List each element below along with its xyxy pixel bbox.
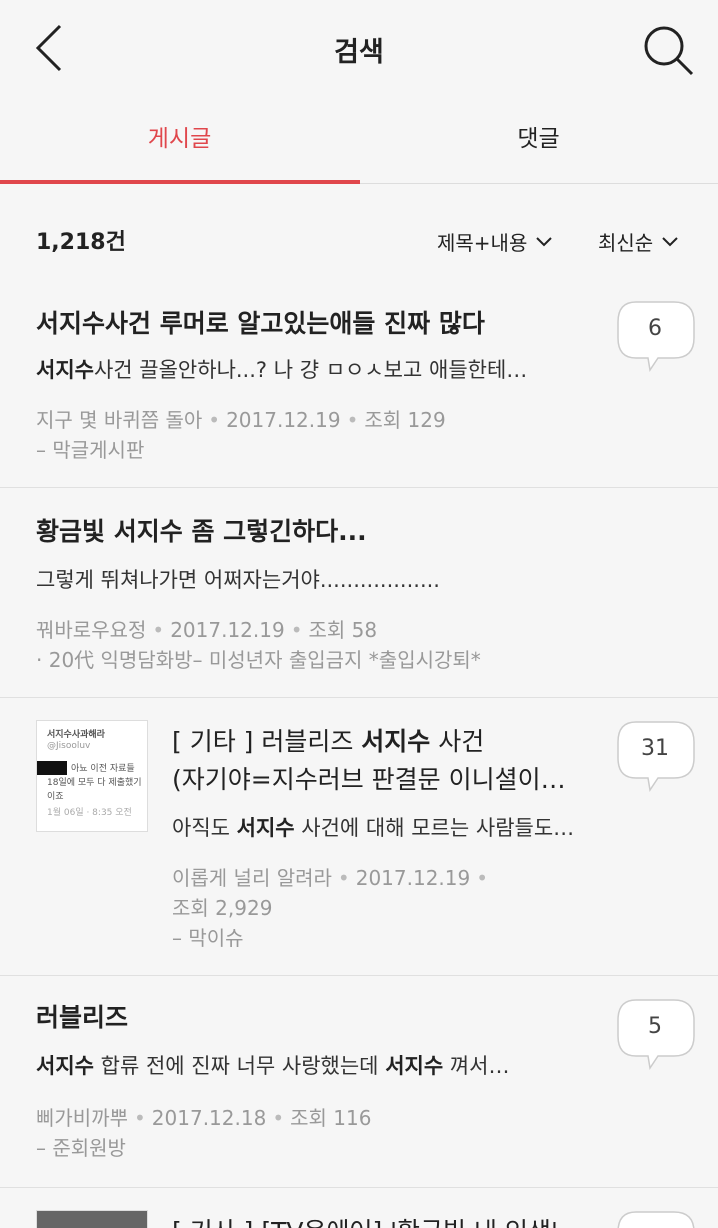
- comment-count: 5: [648, 1014, 662, 1039]
- post-board: – 준회원방: [36, 1136, 126, 1160]
- sort-dropdown[interactable]: 최신순: [598, 227, 679, 256]
- comment-count-bubble: 31: [616, 720, 698, 792]
- post-title-text: 사건 루머로 알고있는애들 진짜 많다: [105, 309, 485, 338]
- comment-count-bubble: 5: [616, 998, 698, 1070]
- post-date: 2017.12.18: [151, 1106, 267, 1130]
- post-item[interactable]: 러블리즈 서지수 합류 전에 진짜 너무 사랑했는데 서지수 껴서… 삐가비까뿌…: [0, 976, 718, 1188]
- post-item[interactable]: 서지수사건 루머로 알고있는애들 진짜 많다 서지수사건 끌올안하나...? 나…: [0, 284, 718, 488]
- search-icon: [644, 26, 694, 76]
- scope-filter-dropdown[interactable]: 제목+내용: [437, 227, 553, 256]
- post-meta: 이롭게 널리 알려라 • 2017.12.19 •: [172, 866, 489, 890]
- thumbnail-text: 이죠: [47, 792, 64, 802]
- post-snippet-text: 합류 전에 진짜 너무 사랑했는데: [93, 1054, 386, 1078]
- thumbnail-text: 18일에 모두 다 제출했기: [47, 778, 142, 788]
- chevron-down-icon: [662, 236, 678, 246]
- post-thumbnail: 서지수사과해라 @Jisooluv 아뇨 이전 자료들 18일에 모두 다 제출…: [36, 720, 148, 832]
- keyword-highlight: 서지수: [36, 358, 94, 382]
- post-title-text: 황금빛: [36, 517, 114, 546]
- post-title-line2: (자기야=지수러브 판결문 이니셜이…: [172, 765, 566, 794]
- scope-filter-label: 제목+내용: [437, 231, 528, 255]
- post-board: – 막글게시판: [36, 438, 145, 462]
- post-item[interactable]: 황금빛 서지수 좀 그렇긴하다... 그렇게 뛰쳐나가면 어쩌자는거야.....…: [0, 488, 718, 698]
- results-summary: 1,218건 제목+내용 최신순: [0, 184, 718, 284]
- thumbnail-redaction: [37, 761, 67, 775]
- post-board: – 막이슈: [172, 926, 244, 950]
- post-author: 이롭게 널리 알려라: [172, 866, 332, 890]
- post-date: 2017.12.19: [355, 866, 471, 890]
- keyword-highlight: 서지수: [361, 727, 431, 756]
- post-title-text: 좀 그렇긴하다...: [182, 517, 367, 546]
- post-date: 2017.12.19: [170, 618, 285, 642]
- post-date: 2017.12.19: [226, 408, 341, 432]
- post-snippet: 아직도 서지수 사건에 대해 모르는 사람들도…: [172, 812, 602, 842]
- post-author: 꿔바로우요정: [36, 618, 147, 642]
- tab-bar: 게시글 댓글: [0, 96, 718, 184]
- comment-count: 31: [641, 736, 669, 761]
- post-title: [ 기타 ] 러블리즈 서지수 사건: [172, 722, 592, 758]
- post-views: 조회 116: [290, 1106, 372, 1130]
- keyword-highlight: 서지수: [385, 1054, 444, 1078]
- thumbnail-text: @Jisooluv: [47, 741, 91, 751]
- post-item[interactable]: 서지수사과해라 @Jisooluv 아뇨 이전 자료들 18일에 모두 다 제출…: [0, 698, 718, 976]
- post-snippet: 그렇게 뛰쳐나가면 어쩌자는거야..................: [36, 568, 440, 592]
- post-title: 서지수사건 루머로 알고있는애들 진짜 많다: [36, 304, 596, 340]
- keyword-highlight: 서지수: [36, 1054, 94, 1078]
- keyword-highlight: 서지수: [36, 309, 106, 338]
- page-title: 검색: [334, 37, 384, 68]
- comment-count-bubble: 6: [616, 300, 698, 372]
- post-title: 황금빛 서지수 좀 그렇긴하다...: [36, 512, 676, 548]
- post-snippet-text: 사건에 대해 모르는 사람들도…: [294, 816, 575, 840]
- comment-count-bubble: [616, 1210, 698, 1228]
- post-views: 조회 2,929: [172, 896, 273, 920]
- keyword-highlight: 서지수: [236, 816, 295, 840]
- post-snippet: 서지수 합류 전에 진짜 너무 사랑했는데 서지수 껴서…: [36, 1050, 596, 1080]
- post-meta: 삐가비까뿌 • 2017.12.18 • 조회 116: [36, 1106, 372, 1130]
- thumbnail-text: 1월 06일 · 8:35 오전: [47, 808, 132, 818]
- post-author: 지구 몇 바퀴쯤 돌아: [36, 408, 203, 432]
- top-bar: 검색: [0, 0, 718, 96]
- post-title-text: [ 기타 ] 러블리즈: [172, 727, 362, 756]
- post-author: 삐가비까뿌: [36, 1106, 128, 1130]
- post-snippet: 서지수사건 끌올안하나...? 나 걍 ㅁㅇㅅ보고 애들한테…: [36, 354, 576, 384]
- result-count: 1,218건: [36, 230, 126, 255]
- post-title-text: 사건: [430, 727, 485, 756]
- post-thumbnail: [36, 1210, 148, 1228]
- post-meta: 꿔바로우요정 • 2017.12.19 • 조회 58: [36, 618, 378, 642]
- post-title: 러블리즈: [36, 1003, 129, 1032]
- thumbnail-text: 서지수사과해라: [47, 730, 105, 740]
- post-views: 조회 58: [308, 618, 378, 642]
- post-board: · 20代 익명담화방– 미성년자 출입금지 *출입시강퇴*: [36, 648, 481, 672]
- tab-posts[interactable]: 게시글: [0, 96, 359, 184]
- post-title: [ 기사 ] [TV온에어] '황금빛 내 인생': [172, 1212, 602, 1228]
- speech-bubble-icon: [617, 1211, 695, 1228]
- post-views: 조회 129: [364, 408, 446, 432]
- keyword-highlight: 서지수: [113, 517, 183, 546]
- comment-count: 6: [648, 316, 662, 341]
- post-item[interactable]: [ 기사 ] [TV온에어] '황금빛 내 인생': [0, 1188, 718, 1228]
- thumbnail-text: 아뇨 이전 자료들: [71, 764, 135, 774]
- post-snippet-text: 사건 끌올안하나...? 나 걍 ㅁㅇㅅ보고 애들한테…: [93, 358, 528, 382]
- tab-comments[interactable]: 댓글: [359, 96, 718, 184]
- chevron-down-icon: [536, 236, 553, 246]
- search-button[interactable]: [640, 22, 696, 78]
- post-snippet-text: 아직도: [172, 816, 237, 840]
- post-meta: 지구 몇 바퀴쯤 돌아 • 2017.12.19 • 조회 129: [36, 408, 446, 432]
- post-snippet-text: 껴서…: [443, 1054, 510, 1078]
- sort-label: 최신순: [598, 231, 654, 255]
